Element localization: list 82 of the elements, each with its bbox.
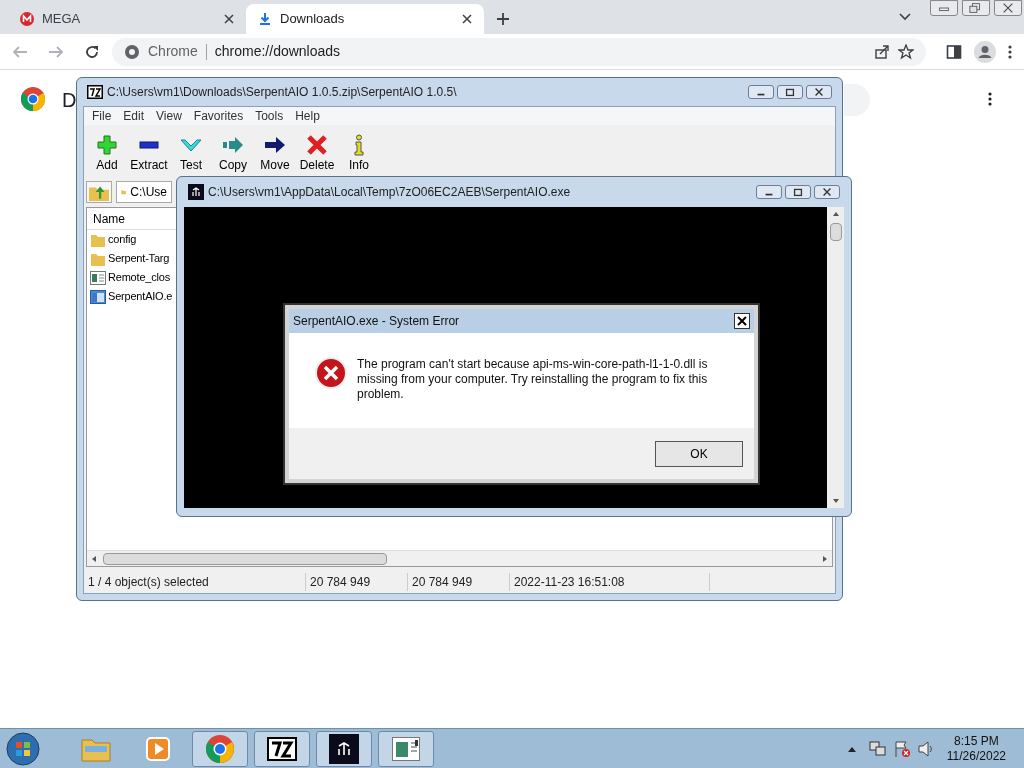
console-app-icon	[329, 733, 359, 764]
window-title: C:\Users\vm1\AppData\Local\Temp\7zO06EC2AEB\SerpentAIO.exe	[208, 184, 572, 201]
flag-alert-icon[interactable]	[892, 739, 911, 758]
maximize-icon[interactable]	[777, 85, 803, 99]
error-icon	[315, 357, 347, 389]
url-text: chrome://downloads	[214, 42, 341, 61]
taskbar-button[interactable]	[254, 730, 310, 767]
file-name[interactable]: Remote_clos	[108, 269, 170, 286]
document-icon	[90, 270, 106, 285]
sevenzip-app-icon	[87, 85, 103, 99]
scrollbar-thumb[interactable]	[103, 552, 387, 565]
start-button-icon[interactable]	[6, 731, 40, 766]
up-folder-icon[interactable]	[86, 181, 112, 203]
speaker-icon[interactable]	[916, 740, 935, 757]
close-icon[interactable]	[734, 313, 750, 329]
delete-x-icon	[306, 134, 328, 156]
toolbar-button[interactable]: Move	[256, 134, 294, 174]
toolbar-button[interactable]: Copy	[214, 134, 252, 174]
menu-item[interactable]: Help	[295, 107, 320, 125]
side-panel-icon[interactable]	[946, 43, 962, 60]
scrollbar-thumb[interactable]	[829, 223, 842, 241]
close-icon[interactable]	[462, 14, 472, 24]
menu-item[interactable]: Edit	[123, 107, 145, 125]
chrome-logo-icon	[21, 87, 45, 111]
toolbar-button[interactable]: Info	[340, 134, 378, 174]
mega-logo-icon	[20, 12, 34, 26]
clock[interactable]: 8:15 PM 11/26/2022	[940, 733, 1012, 764]
path-field[interactable]: C:\Use	[116, 181, 172, 203]
window-app-icon	[392, 736, 420, 761]
arrow-right-icon	[264, 134, 286, 156]
download-icon	[258, 12, 272, 26]
share-icon[interactable]	[874, 43, 890, 60]
maximize-icon[interactable]	[785, 185, 811, 199]
status-text: 20 784 949	[306, 573, 408, 591]
site-label: Chrome	[148, 42, 198, 61]
file-name[interactable]: Serpent-Targ	[108, 250, 170, 267]
new-tab-icon[interactable]	[496, 12, 510, 26]
toolbar-button[interactable]: Test	[172, 134, 210, 174]
window-file-icon	[90, 289, 106, 304]
menu-item[interactable]: View	[156, 107, 182, 125]
plus-icon	[96, 134, 118, 156]
dialog-title: SerpentAIO.exe - System Error	[293, 313, 461, 330]
ok-button[interactable]: OK	[655, 440, 743, 467]
page-title: D	[62, 88, 77, 112]
play-icon	[146, 736, 170, 761]
toolbar-button[interactable]: Delete	[298, 134, 336, 174]
address-bar[interactable]: Chrome chrome://downloads	[112, 37, 926, 66]
file-name[interactable]: config	[108, 231, 137, 248]
close-icon[interactable]	[814, 185, 840, 199]
menu-item[interactable]: Favorites	[193, 107, 244, 125]
bookmark-star-icon[interactable]	[898, 43, 914, 60]
sevenzip-app-icon	[267, 736, 297, 761]
reload-icon[interactable]	[84, 43, 100, 60]
status-text: 2022-11-23 16:51:08	[510, 573, 710, 591]
status-text: 20 784 949	[408, 573, 510, 591]
toolbar-button[interactable]: Add	[88, 134, 126, 174]
window-title: C:\Users\vm1\Downloads\SerpentAIO 1.0.5.zip\SerpentAIO 1.0.5\	[107, 84, 458, 101]
close-icon[interactable]	[806, 85, 832, 99]
minimize-icon[interactable]	[930, 0, 958, 16]
network-icon[interactable]	[868, 740, 887, 757]
menu-item[interactable]: File	[92, 107, 112, 125]
search-field[interactable]	[844, 84, 870, 116]
more-menu-icon[interactable]	[988, 91, 992, 107]
browser-tab[interactable]: Downloads	[246, 4, 484, 34]
taskbar-button[interactable]	[316, 730, 372, 767]
close-icon[interactable]	[224, 14, 234, 24]
status-text: 1 / 4 object(s) selected	[84, 573, 306, 591]
file-name[interactable]: SerpentAIO.e	[108, 288, 173, 305]
chrome-logo-icon	[206, 734, 234, 763]
profile-avatar-icon[interactable]	[974, 40, 996, 63]
restore-icon[interactable]	[962, 0, 990, 16]
column-header[interactable]: Name	[87, 208, 171, 229]
chrome-site-icon	[124, 43, 140, 60]
close-icon[interactable]	[994, 0, 1022, 16]
browser-tab[interactable]: MEGA	[8, 4, 246, 34]
toolbar-button[interactable]: Extract	[130, 134, 168, 174]
arrow-right-icon	[222, 134, 244, 156]
console-app-icon	[188, 184, 204, 200]
menu-item[interactable]: Tools	[255, 107, 284, 125]
more-menu-icon[interactable]	[1008, 43, 1012, 60]
tab-list-caret-icon[interactable]	[899, 13, 911, 21]
error-message: The program can't start because api-ms-win-core-path-l1-1-0.dll is missing from your computer. Try reinstalling the program to fix this problem.	[357, 357, 709, 402]
